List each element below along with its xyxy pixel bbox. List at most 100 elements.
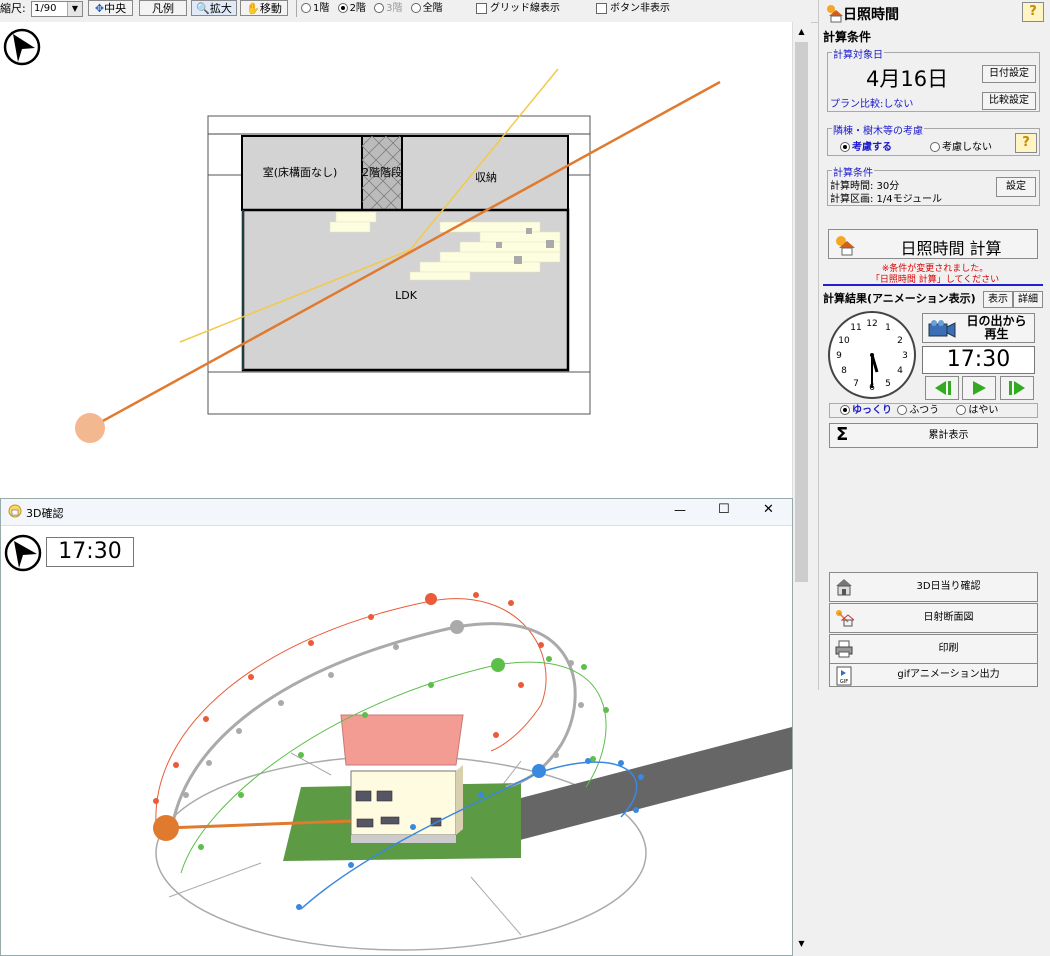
- hand-icon: ✋: [246, 2, 260, 15]
- floor-radio-2[interactable]: 2階: [337, 3, 366, 14]
- solar-section-button-label: 日射断面図: [923, 612, 974, 623]
- 3d-sunlight-button-label: 3D日当り確認: [916, 581, 981, 592]
- clock-number-2: 2: [897, 336, 903, 346]
- help-button[interactable]: ?: [1022, 2, 1044, 22]
- clock-number-7: 7: [853, 379, 859, 389]
- grid-checkbox[interactable]: グリッド線表示: [476, 0, 560, 17]
- radio-icon: [374, 3, 385, 13]
- step-back-button[interactable]: [925, 376, 959, 400]
- detail-button[interactable]: 詳細: [1013, 291, 1043, 308]
- panel-title: 日照時間: [843, 7, 899, 23]
- calculate-button-label: 日照時間 計算: [900, 239, 1002, 258]
- move-button-label: 移動: [259, 2, 282, 15]
- center-button[interactable]: ✥中央: [88, 0, 133, 16]
- svg-text:GIF: GIF: [840, 679, 848, 685]
- 3d-sun-marker: [153, 815, 179, 841]
- chevron-down-icon: ▼: [67, 2, 82, 16]
- clock-number-3: 3: [902, 351, 908, 361]
- gif-export-button[interactable]: GIF gifアニメーション出力: [829, 663, 1038, 687]
- sigma-icon: Σ: [836, 424, 849, 445]
- scroll-up-icon[interactable]: ▲: [794, 24, 809, 39]
- calc-area: 計算区画: 1/4モジュール: [830, 194, 942, 205]
- print-button-label: 印刷: [938, 643, 959, 654]
- hide-buttons-checkbox[interactable]: ボタン非表示: [596, 0, 670, 17]
- minimize-icon[interactable]: —: [674, 503, 686, 517]
- speed-radio-slow[interactable]: ゆっくり: [840, 405, 892, 416]
- 3d-window-titlebar[interactable]: 3D確認 — ☐ ✕: [1, 499, 792, 526]
- neighbor-radio-consider[interactable]: 考慮する: [840, 138, 892, 153]
- scale-label: 縮尺:: [0, 2, 26, 15]
- grid-checkbox-label: グリッド線表示: [490, 3, 560, 14]
- zoom-button-label: 拡大: [209, 2, 232, 15]
- neighbor-help-button[interactable]: ?: [1015, 133, 1037, 153]
- plan-compare-label: プラン比較:しない: [830, 99, 914, 110]
- radio-icon: [301, 3, 311, 13]
- crosshair-icon: ✥: [94, 2, 105, 15]
- calc-settings-button[interactable]: 設定: [996, 177, 1036, 197]
- legend-button-label: 凡例: [152, 2, 174, 15]
- radio-icon: [930, 142, 940, 152]
- zoom-button[interactable]: 🔍拡大: [191, 0, 237, 16]
- 3d-scene[interactable]: [1, 525, 792, 955]
- solar-section-button[interactable]: 日射断面図: [829, 603, 1038, 633]
- maximize-icon[interactable]: ☐: [718, 502, 730, 517]
- legend-button[interactable]: 凡例: [139, 0, 187, 16]
- magnifier-icon: 🔍: [196, 2, 210, 15]
- floor-label-1: 1階: [313, 3, 330, 14]
- display-button[interactable]: 表示: [983, 291, 1013, 308]
- speed-radio-fast[interactable]: はやい: [956, 405, 998, 416]
- radio-selected-icon: [840, 405, 850, 415]
- scroll-thumb[interactable]: [795, 42, 808, 582]
- scale-value: 1/90: [34, 3, 57, 14]
- printer-icon: [835, 640, 853, 658]
- print-button[interactable]: 印刷: [829, 634, 1038, 664]
- 3d-window-title: 3D確認: [26, 507, 64, 520]
- floor-radio-1[interactable]: 1階: [301, 3, 329, 14]
- cumulative-button[interactable]: Σ 累計表示: [829, 423, 1038, 448]
- north-arrow-icon: [3, 28, 41, 66]
- radio-icon: [897, 405, 908, 415]
- sun-section-icon: [836, 610, 854, 627]
- checkbox-icon: [476, 2, 487, 14]
- clock-number-1: 1: [885, 323, 891, 333]
- vertical-scrollbar[interactable]: ▲ ▼: [792, 22, 811, 956]
- compare-settings-button[interactable]: 比較設定: [982, 92, 1036, 110]
- sunlight-panel: 日照時間 ? 計算条件 計算対象日 4月16日 日付設定 プラン比較:しない 比…: [818, 0, 1050, 690]
- speed-radio-normal[interactable]: ふつう: [897, 405, 939, 416]
- floor-label-all: 全階: [422, 3, 443, 14]
- scale-select[interactable]: 1/90 ▼: [31, 1, 83, 17]
- step-forward-icon: [1009, 381, 1025, 395]
- floor-label-3: 3階: [386, 3, 403, 14]
- date-group: 計算対象日 4月16日 日付設定 プラン比較:しない 比較設定: [827, 46, 1040, 112]
- clock-number-8: 8: [841, 366, 847, 376]
- date-settings-button[interactable]: 日付設定: [982, 65, 1036, 83]
- center-button-label: 中央: [104, 2, 127, 15]
- room-label-1: 室(床構面なし): [263, 165, 338, 179]
- neighbor-radio-ignore[interactable]: 考慮しない: [930, 138, 992, 153]
- radio-selected-icon: [337, 3, 348, 13]
- hide-buttons-checkbox-label: ボタン非表示: [610, 3, 670, 14]
- play-from-sunrise-button[interactable]: 日の出から 再生: [922, 313, 1035, 343]
- results-header: 計算結果(アニメーション表示): [823, 292, 976, 305]
- house-3d-icon: [836, 579, 852, 596]
- speed-radio-group: ゆっくり ふつう はやい: [829, 403, 1038, 418]
- analog-clock: 12 1 2 3 4 5 6 7 8 9 10 11: [828, 311, 916, 399]
- neighbor-group: 隣棟・樹木等の考慮 考慮する 考慮しない ?: [827, 122, 1040, 156]
- clock-number-4: 4: [897, 366, 903, 376]
- 3d-sunlight-button[interactable]: 3D日当り確認: [829, 572, 1038, 602]
- speed-option-1: ゆっくり: [852, 405, 892, 416]
- clock-number-5: 5: [885, 379, 891, 389]
- cumulative-button-label: 累計表示: [928, 430, 969, 441]
- clock-number-12: 12: [866, 319, 877, 329]
- sun-house-icon: [836, 236, 855, 256]
- step-forward-button[interactable]: [1000, 376, 1034, 400]
- scroll-down-icon[interactable]: ▼: [794, 936, 809, 951]
- room-label-4: LDK: [395, 289, 418, 302]
- neighbor-option-2: 考慮しない: [942, 142, 992, 153]
- floor-radio-all[interactable]: 全階: [410, 3, 443, 14]
- play-button[interactable]: [962, 376, 996, 400]
- close-icon[interactable]: ✕: [763, 502, 774, 517]
- move-button[interactable]: ✋移動: [240, 0, 288, 16]
- floor-radio-3: 3階: [374, 3, 403, 14]
- calculate-button[interactable]: 日照時間 計算: [828, 229, 1038, 259]
